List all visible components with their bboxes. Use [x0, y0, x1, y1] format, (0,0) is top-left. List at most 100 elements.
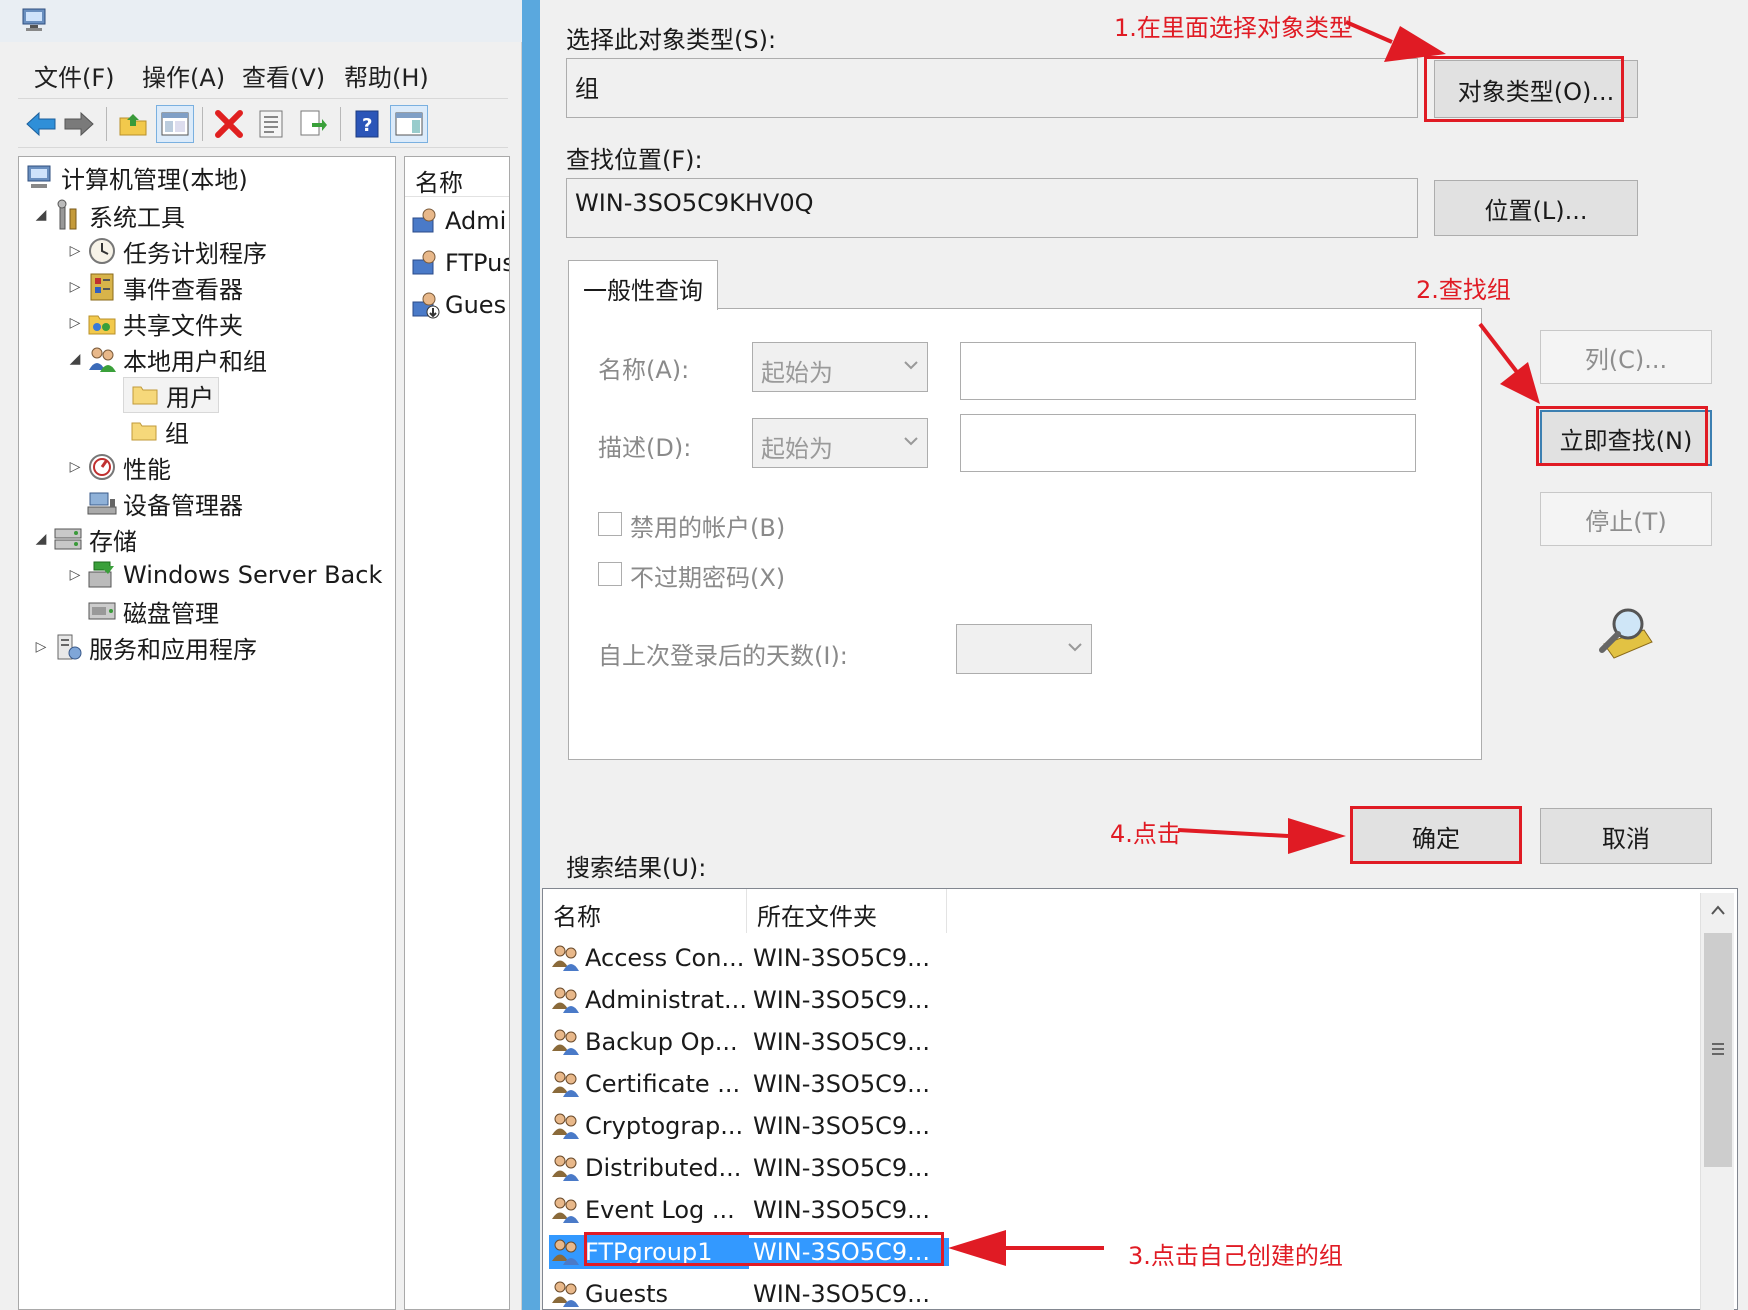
- tree-label: 系统工具: [89, 203, 185, 232]
- tree-item-system-tools[interactable]: ◢ 系统工具: [31, 197, 185, 233]
- tree-label: 任务计划程序: [123, 239, 267, 268]
- scroll-thumb[interactable]: [1704, 933, 1732, 1167]
- expanded-arrow-icon[interactable]: ◢: [31, 531, 51, 547]
- stop-button[interactable]: 停止(T): [1540, 492, 1712, 546]
- user-icon: [412, 250, 436, 275]
- result-name-cell: Event Log ...: [549, 1193, 749, 1227]
- annotation-step3: 3.点击自己创建的组: [1128, 1242, 1343, 1270]
- menu-bar: 文件(F) 操作(A) 查看(V) 帮助(H): [18, 50, 508, 94]
- column-header-name[interactable]: 名称: [543, 889, 747, 933]
- tree-label: 计算机管理(本地): [61, 165, 248, 194]
- folder-icon: [127, 414, 161, 448]
- list-item[interactable]: Gues: [411, 285, 506, 325]
- result-row[interactable]: Backup Op... WIN-3SO5C9...: [549, 1021, 1709, 1063]
- result-row[interactable]: Distributed... WIN-3SO5C9...: [549, 1147, 1709, 1189]
- tree-selection: 用户: [123, 377, 219, 413]
- tree-item-groups[interactable]: 组: [127, 413, 189, 449]
- result-folder: WIN-3SO5C9...: [753, 1070, 930, 1098]
- result-folder: WIN-3SO5C9...: [753, 1028, 930, 1056]
- tree-label: 本地用户和组: [123, 347, 267, 376]
- group-icon: [552, 1029, 579, 1055]
- result-row[interactable]: Certificate ... WIN-3SO5C9...: [549, 1063, 1709, 1105]
- days-since-logon-label: 自上次登录后的天数(I):: [598, 642, 848, 670]
- column-header-name[interactable]: 名称: [405, 157, 509, 197]
- list-item[interactable]: Admi: [411, 201, 506, 241]
- back-arrow-icon[interactable]: [22, 105, 60, 143]
- group-icon: [552, 1155, 579, 1181]
- collapsed-arrow-icon[interactable]: ▷: [31, 639, 51, 655]
- collapsed-arrow-icon[interactable]: ▷: [65, 279, 85, 295]
- group-icon: [552, 987, 579, 1013]
- expanded-arrow-icon[interactable]: ◢: [31, 207, 51, 223]
- disabled-accounts-checkbox[interactable]: [598, 512, 622, 536]
- result-row[interactable]: Administrat... WIN-3SO5C9...: [549, 979, 1709, 1021]
- collapsed-arrow-icon[interactable]: ▷: [65, 567, 85, 583]
- result-row[interactable]: Cryptograp... WIN-3SO5C9...: [549, 1105, 1709, 1147]
- collapsed-arrow-icon[interactable]: ▷: [65, 243, 85, 259]
- group-icon: [552, 1113, 579, 1139]
- tree-item-users[interactable]: 用户: [123, 377, 219, 413]
- name-input[interactable]: [960, 342, 1416, 400]
- locations-button[interactable]: 位置(L)...: [1434, 180, 1638, 236]
- columns-button[interactable]: 列(C)...: [1540, 330, 1712, 384]
- result-folder: WIN-3SO5C9...: [753, 1196, 930, 1224]
- result-name-cell: Cryptograp...: [549, 1109, 749, 1143]
- tree-item-shared-folders[interactable]: ▷ 共享文件夹: [65, 305, 243, 341]
- tree-item-task-scheduler[interactable]: ▷ 任务计划程序: [65, 233, 267, 269]
- result-name-cell: Backup Op...: [549, 1025, 749, 1059]
- collapsed-arrow-icon[interactable]: ▷: [65, 315, 85, 331]
- export-icon[interactable]: [294, 105, 332, 143]
- tree-item-disk-management[interactable]: 磁盘管理: [85, 593, 219, 629]
- results-scrollbar[interactable]: [1700, 893, 1734, 1310]
- description-input[interactable]: [960, 414, 1416, 472]
- tree-item-storage[interactable]: ◢ 存储: [31, 521, 137, 557]
- days-since-logon-select[interactable]: [956, 624, 1092, 674]
- tree-label: 磁盘管理: [123, 599, 219, 628]
- annotation-step2: 2.查找组: [1416, 276, 1511, 304]
- forward-arrow-icon[interactable]: [60, 105, 98, 143]
- users-groups-icon: [85, 342, 119, 376]
- column-header-folder[interactable]: 所在文件夹: [747, 889, 947, 933]
- scroll-up-icon[interactable]: [1701, 893, 1734, 927]
- tree-label: 事件查看器: [123, 275, 243, 304]
- list-item[interactable]: FTPus: [411, 243, 509, 283]
- cancel-button[interactable]: 取消: [1540, 808, 1712, 864]
- tab-common-queries[interactable]: 一般性查询: [568, 260, 718, 310]
- description-condition-value: 起始为: [761, 435, 833, 463]
- collapsed-arrow-icon[interactable]: ▷: [65, 459, 85, 475]
- highlight-object-types: [1424, 56, 1624, 122]
- menu-help[interactable]: 帮助(H): [344, 58, 429, 93]
- description-condition-select[interactable]: 起始为: [752, 418, 928, 468]
- chevron-down-icon: [1068, 643, 1082, 652]
- highlight-ok: [1350, 806, 1522, 864]
- properties-icon[interactable]: [252, 105, 290, 143]
- delete-icon[interactable]: [210, 105, 248, 143]
- up-folder-icon[interactable]: [114, 105, 152, 143]
- menu-view[interactable]: 查看(V): [242, 58, 325, 93]
- help-icon[interactable]: ?: [348, 105, 386, 143]
- show-hide-tree-icon[interactable]: [156, 105, 194, 143]
- expanded-arrow-icon[interactable]: ◢: [65, 351, 85, 367]
- result-name: Guests: [585, 1280, 668, 1308]
- action-pane-icon[interactable]: [390, 105, 428, 143]
- list-item-label: Gues: [445, 291, 507, 319]
- tree-item-services-apps[interactable]: ▷ 服务和应用程序: [31, 629, 257, 665]
- result-row[interactable]: Event Log ... WIN-3SO5C9...: [549, 1189, 1709, 1231]
- tree-item-device-manager[interactable]: 设备管理器: [85, 485, 243, 521]
- non-expiring-password-checkbox[interactable]: [598, 562, 622, 586]
- result-row[interactable]: Guests WIN-3SO5C9...: [549, 1273, 1709, 1309]
- tree-item-local-users-groups[interactable]: ◢ 本地用户和组: [65, 341, 267, 377]
- location-label: 查找位置(F):: [566, 146, 703, 174]
- menu-file[interactable]: 文件(F): [34, 58, 115, 93]
- tree-item-windows-backup[interactable]: ▷ Windows Server Back: [65, 557, 383, 593]
- menu-action[interactable]: 操作(A): [142, 58, 225, 93]
- result-row[interactable]: Access Con... WIN-3SO5C9...: [549, 937, 1709, 979]
- list-item-label: Admi: [445, 207, 507, 235]
- result-folder: WIN-3SO5C9...: [753, 1154, 930, 1182]
- tree-item-performance[interactable]: ▷ 性能: [65, 449, 171, 485]
- tree-item-event-viewer[interactable]: ▷ 事件查看器: [65, 269, 243, 305]
- highlight-find-now: [1536, 406, 1708, 466]
- storage-icon: [51, 522, 85, 556]
- tree-item-computer-management[interactable]: 计算机管理(本地): [23, 159, 248, 195]
- name-condition-select[interactable]: 起始为: [752, 342, 928, 392]
